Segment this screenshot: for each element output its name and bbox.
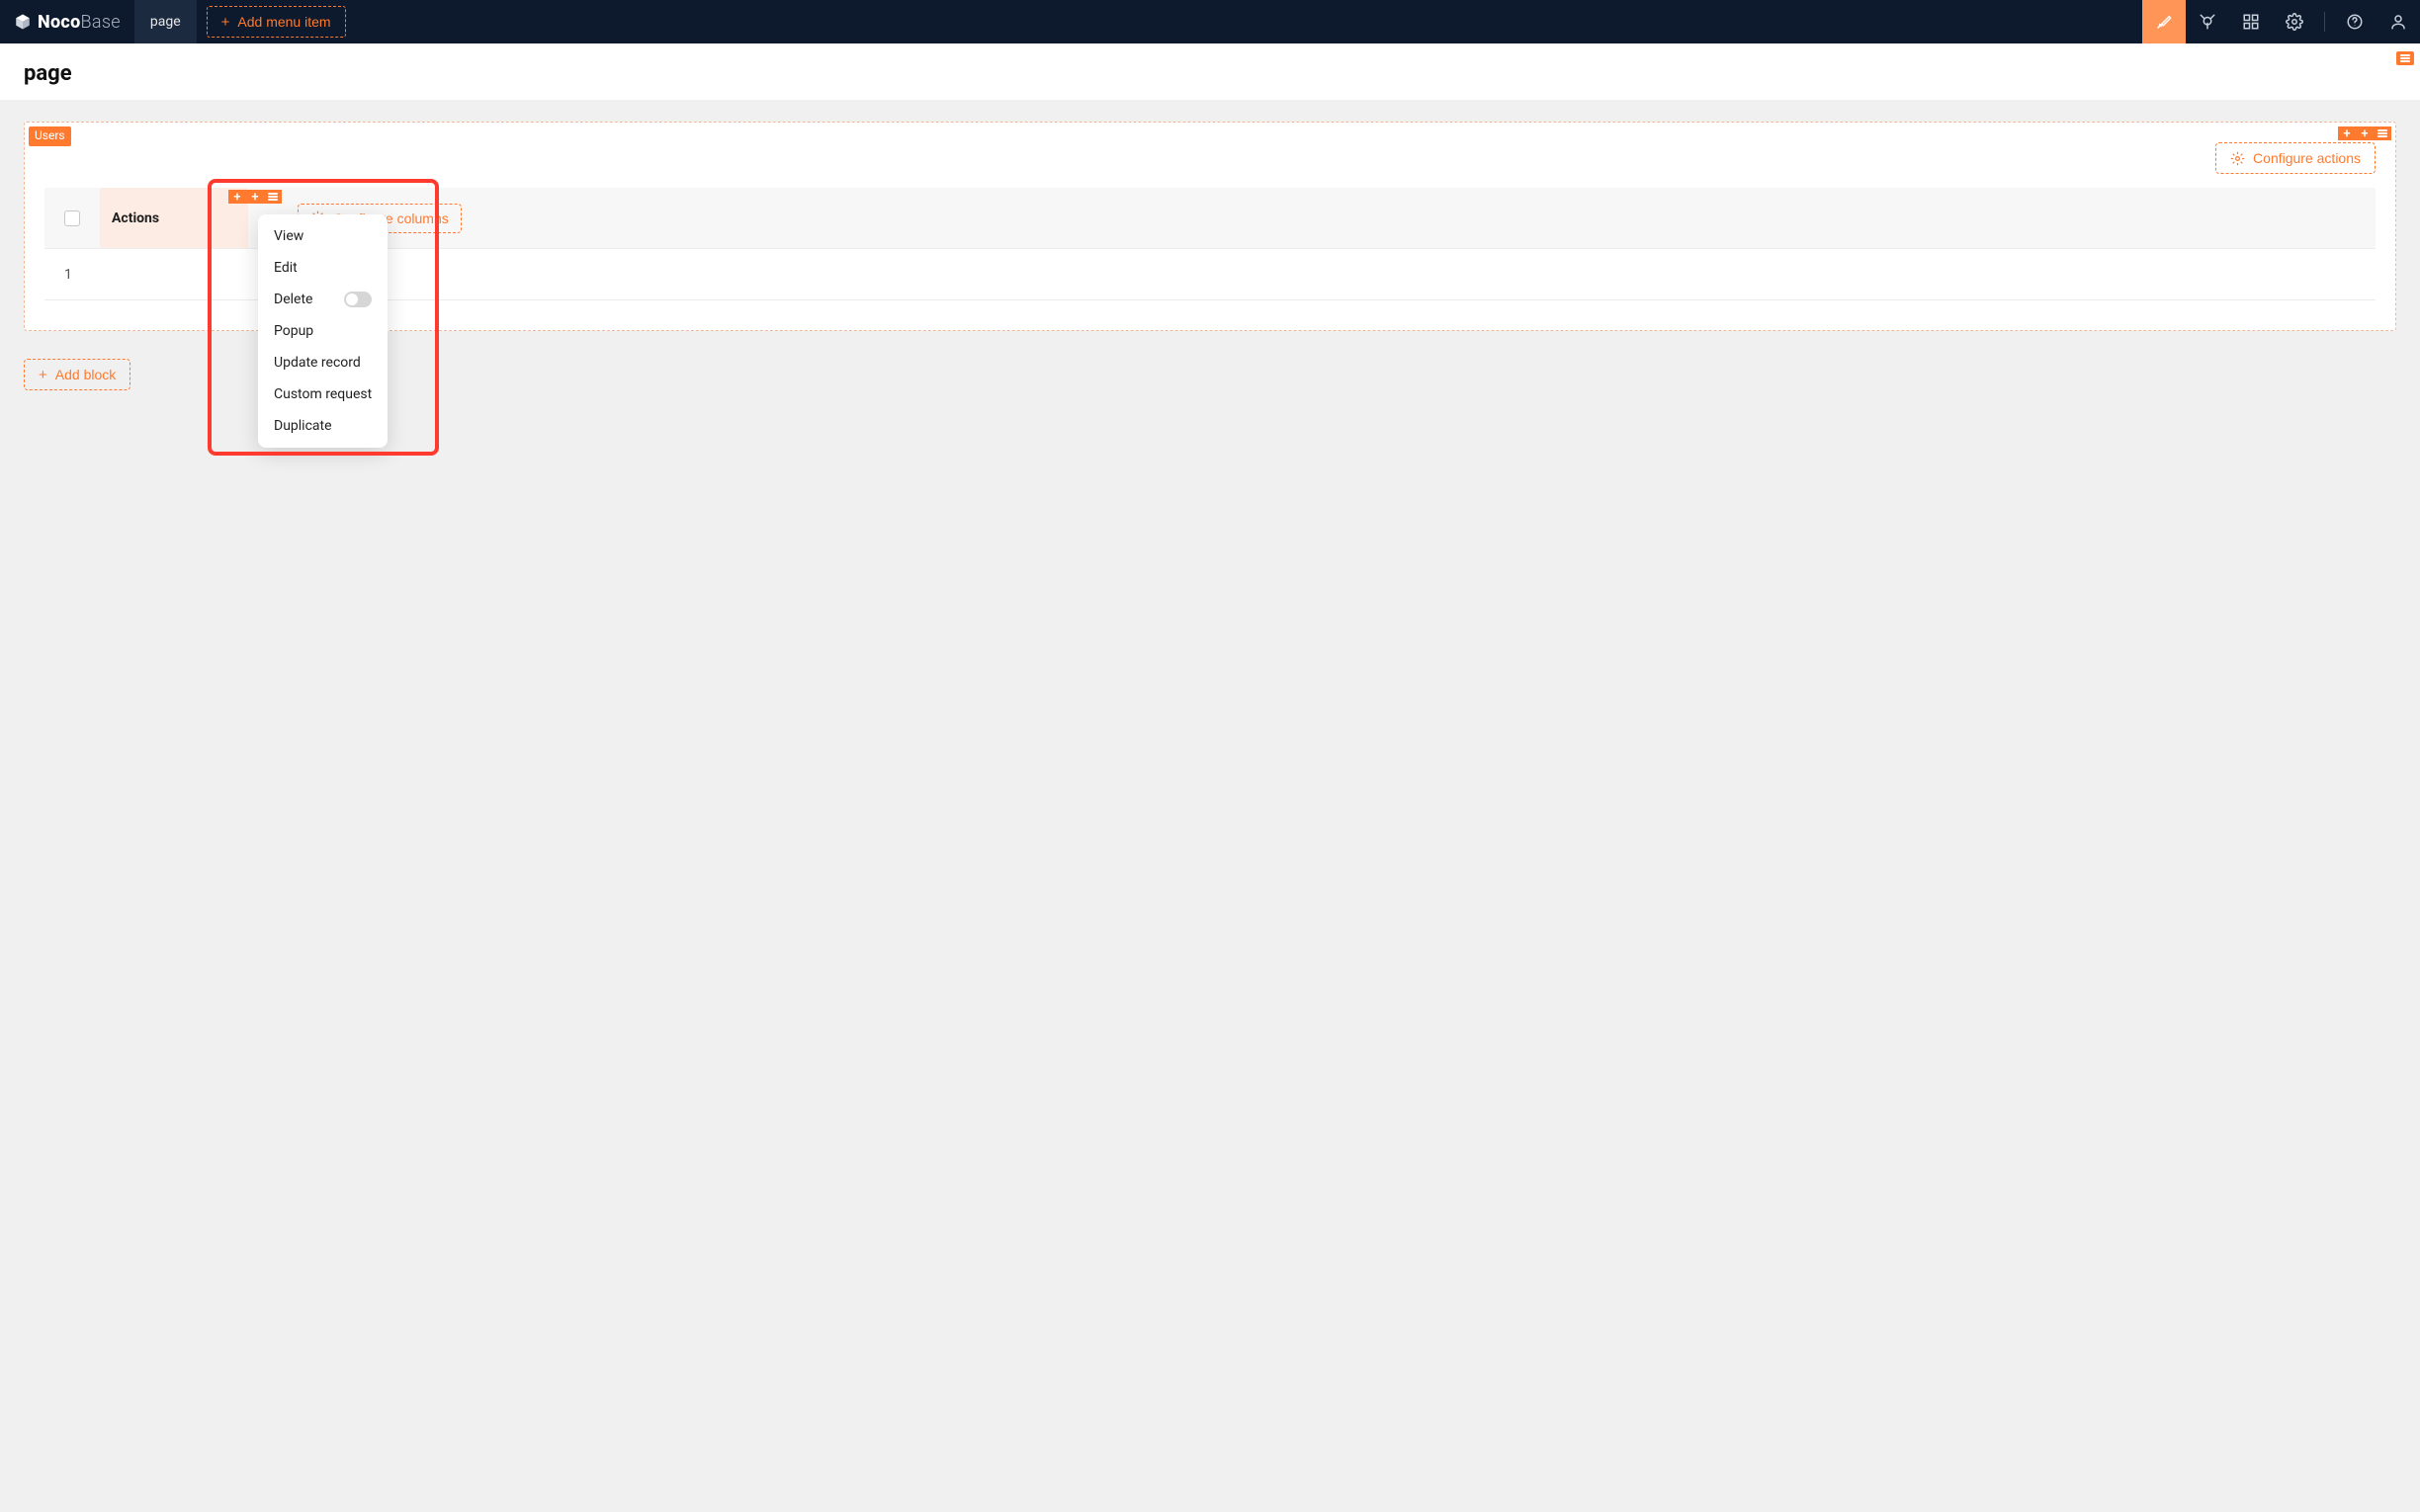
dropdown-item-label: View	[274, 228, 303, 244]
table-header: Actions + + Conf	[44, 188, 2376, 249]
select-all-checkbox[interactable]	[64, 210, 80, 226]
dropdown-item-update-record[interactable]: Update record	[258, 347, 388, 378]
dropdown-item-label: Popup	[274, 323, 313, 339]
block-actions-row: Configure actions	[44, 142, 2376, 174]
page-header: page	[0, 43, 2420, 100]
block-controls: + +	[2338, 126, 2391, 140]
actions-column-label: Actions	[112, 210, 159, 226]
user-icon[interactable]	[2377, 0, 2420, 43]
dropdown-item-duplicate[interactable]: Duplicate	[258, 410, 388, 442]
help-icon[interactable]	[2333, 0, 2377, 43]
plus-icon: +	[221, 15, 230, 30]
brand-cube-icon	[14, 13, 32, 31]
page-settings-handle[interactable]	[2396, 51, 2414, 65]
row-index: 1	[64, 267, 100, 283]
dropdown-item-label: Custom request	[274, 386, 372, 402]
dropdown-item-label: Duplicate	[274, 418, 332, 434]
design-mode-icon[interactable]	[2142, 0, 2186, 43]
plus-icon: +	[233, 191, 240, 204]
block-settings-button[interactable]	[2374, 126, 2391, 140]
nav-tab-page[interactable]: page	[134, 0, 197, 43]
menu-bars-icon	[2400, 54, 2410, 62]
dropdown-item-label: Edit	[274, 260, 298, 276]
select-all-cell	[64, 210, 100, 226]
dropdown-item-delete[interactable]: Delete	[258, 284, 388, 315]
topbar: NocoBase page + Add menu item	[0, 0, 2420, 43]
brand-part2: Base	[81, 12, 121, 33]
column-add-left-button[interactable]: +	[228, 190, 246, 204]
dropdown-item-label: Delete	[274, 292, 312, 307]
dropdown-item-label: Update record	[274, 355, 361, 371]
divider	[2324, 12, 2325, 32]
table-row[interactable]: 1	[44, 249, 2376, 300]
dropdown-item-popup[interactable]: Popup	[258, 315, 388, 347]
table: Actions + + Conf	[44, 188, 2376, 300]
toggle-switch[interactable]	[344, 292, 372, 307]
gear-icon	[2230, 151, 2245, 166]
add-block-label: Add block	[55, 367, 116, 382]
plus-icon: +	[2361, 127, 2368, 140]
block-add-left-button[interactable]: +	[2338, 126, 2356, 140]
column-controls: + +	[228, 190, 282, 204]
brand[interactable]: NocoBase	[0, 0, 134, 43]
add-menu-item-label: Add menu item	[237, 14, 330, 30]
block-badge: Users	[29, 126, 71, 146]
dropdown-item-view[interactable]: View	[258, 220, 388, 252]
plus-icon: +	[39, 368, 47, 382]
gear-icon[interactable]	[2273, 0, 2316, 43]
configure-actions-label: Configure actions	[2253, 150, 2361, 166]
menu-bars-icon	[2377, 129, 2387, 137]
plus-icon: +	[251, 191, 258, 204]
brand-text: NocoBase	[38, 12, 121, 33]
plugin-icon[interactable]	[2186, 0, 2229, 43]
grid-icon[interactable]	[2229, 0, 2273, 43]
block-add-right-button[interactable]: +	[2356, 126, 2374, 140]
actions-dropdown-menu: View Edit Delete Popup Update record Custom r…	[258, 214, 388, 448]
column-add-right-button[interactable]: +	[246, 190, 264, 204]
plus-icon: +	[2343, 127, 2350, 140]
configure-columns-cell: Configure columns	[248, 204, 2356, 233]
dropdown-item-custom-request[interactable]: Custom request	[258, 378, 388, 410]
add-menu-item-button[interactable]: + Add menu item	[207, 6, 346, 38]
dropdown-item-edit[interactable]: Edit	[258, 252, 388, 284]
column-settings-button[interactable]	[264, 190, 282, 204]
brand-part1: Noco	[38, 12, 81, 33]
actions-column-header[interactable]: Actions + +	[100, 188, 248, 248]
page-title: page	[24, 61, 2396, 86]
toggle-knob	[346, 294, 358, 305]
topbar-actions	[2142, 0, 2420, 43]
configure-actions-button[interactable]: Configure actions	[2215, 142, 2376, 174]
nav-tab-label: page	[150, 14, 181, 30]
menu-bars-icon	[268, 193, 278, 201]
add-block-button[interactable]: + Add block	[24, 359, 130, 390]
